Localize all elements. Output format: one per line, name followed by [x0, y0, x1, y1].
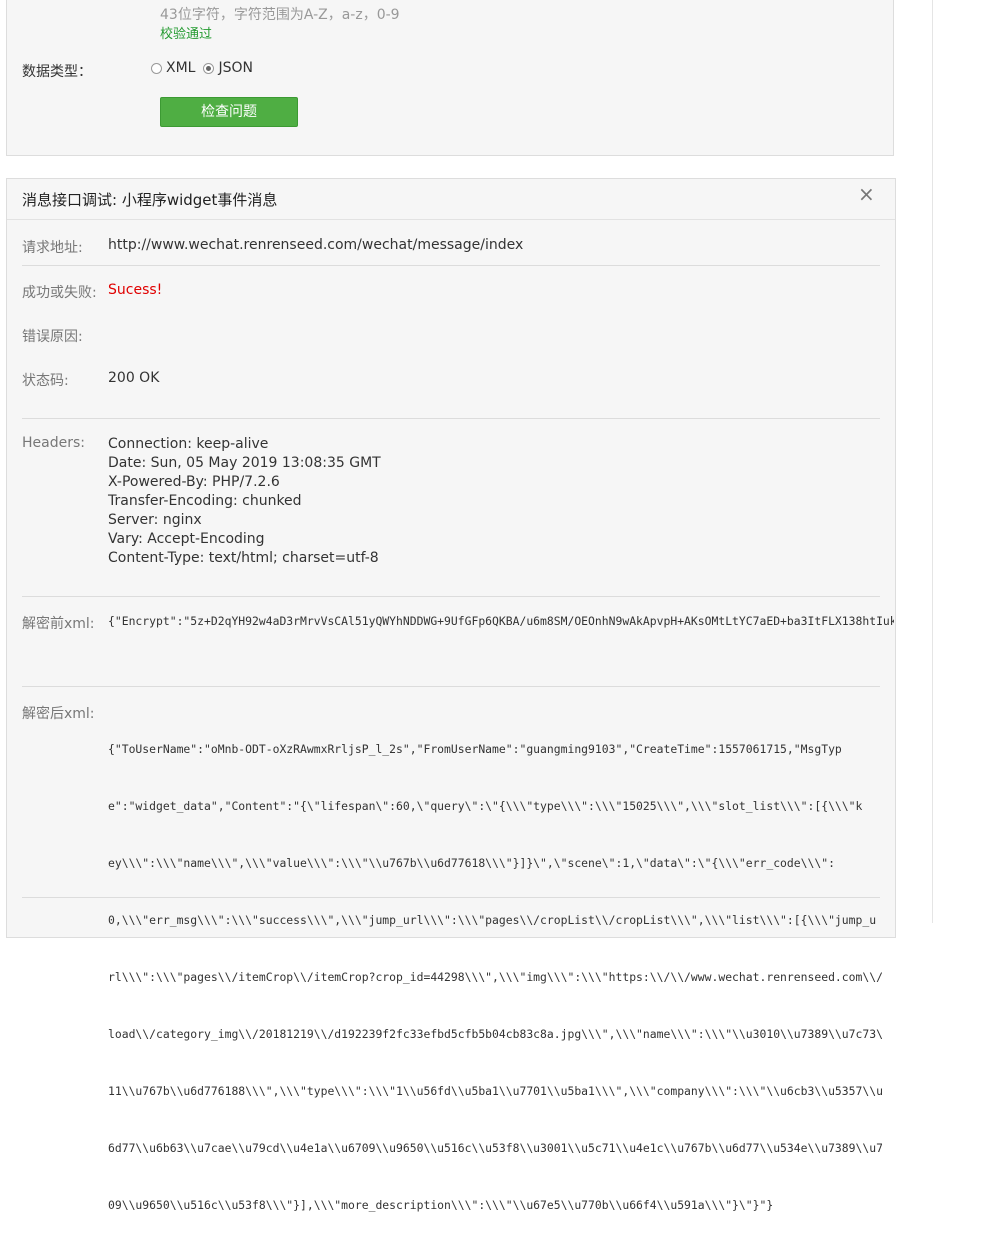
xml-line: rl\\\":\\\"pages\\/itemCrop\\/itemCrop?c…: [108, 970, 882, 984]
right-divider: [932, 0, 933, 923]
xml-before-label: 解密前xml:: [22, 616, 95, 632]
request-url-label: 请求地址:: [22, 240, 83, 256]
xml-after-label: 解密后xml:: [22, 706, 95, 722]
error-reason-label: 错误原因:: [22, 329, 83, 345]
headers-label: Headers:: [22, 435, 85, 451]
radio-json[interactable]: JSON: [203, 60, 253, 76]
radio-xml-circle[interactable]: [151, 62, 162, 74]
divider: [22, 897, 880, 898]
divider: [22, 265, 880, 266]
encoding-key-hint: 43位字符，字符范围为A-Z，a-z，0-9: [160, 7, 400, 23]
xml-line: {"ToUserName":"oMnb-ODT-oXzRAwmxRrljsP_l…: [108, 742, 842, 756]
settings-panel: [6, 0, 894, 156]
header-line: Date: Sun, 05 May 2019 13:08:35 GMT: [108, 455, 381, 471]
debug-result-panel: 消息接口调试: 小程序widget事件消息 × 请求地址: http://www…: [6, 178, 896, 1212]
close-icon[interactable]: ×: [858, 184, 875, 204]
xml-line: load\\/category_img\\/20181219\\/d192239…: [108, 1027, 882, 1041]
header-line: Server: nginx: [108, 512, 202, 528]
data-type-radio-group: XML JSON: [151, 60, 261, 76]
radio-json-circle[interactable]: [203, 62, 215, 74]
check-issue-button[interactable]: 检查问题: [160, 97, 298, 127]
request-url-value: http://www.wechat.renrenseed.com/wechat/…: [108, 237, 524, 253]
panel-header: 消息接口调试: 小程序widget事件消息 ×: [7, 179, 895, 220]
radio-xml-label: XML: [166, 60, 196, 76]
header-line: X-Powered-By: PHP/7.2.6: [108, 474, 280, 490]
status-code-value: 200 OK: [108, 370, 160, 386]
status-code-label: 状态码:: [22, 373, 69, 389]
xml-line: 0,\\\"err_msg\\\":\\\"success\\\",\\\"ju…: [108, 913, 877, 927]
xml-line: 11\\u767b\\u6d776188\\\",\\\"type\\\":\\…: [108, 1084, 882, 1098]
header-line: Transfer-Encoding: chunked: [108, 493, 302, 509]
divider: [22, 596, 880, 597]
xml-line: 6d77\\u6b63\\u7cae\\u79cd\\u4e1a\\u6709\…: [108, 1141, 882, 1155]
radio-json-label: JSON: [218, 60, 253, 76]
headers-list: Connection: keep-alive Date: Sun, 05 May…: [108, 435, 381, 568]
divider: [22, 686, 880, 687]
radio-xml[interactable]: XML: [151, 60, 195, 76]
header-line: Content-Type: text/html; charset=utf-8: [108, 550, 379, 566]
result-value: Sucess!: [108, 282, 163, 298]
header-line: Vary: Accept-Encoding: [108, 531, 265, 547]
data-type-label: 数据类型：: [22, 64, 92, 80]
divider: [22, 418, 880, 419]
xml-line: 09\\u9650\\u516c\\u53f8\\\"}],\\\"more_d…: [108, 1198, 774, 1212]
xml-before-value: {"Encrypt":"5z+D2qYH92w4aD3rMrvVsCAl51yQ…: [108, 614, 894, 628]
xml-line: e":"widget_data","Content":"{\"lifespan\…: [108, 799, 863, 813]
verify-status: 校验通过: [160, 27, 213, 42]
xml-after-value: {"ToUserName":"oMnb-ODT-oXzRAwmxRrljsP_l…: [108, 702, 882, 1253]
header-line: Connection: keep-alive: [108, 436, 269, 452]
result-label: 成功或失败:: [22, 285, 97, 301]
panel-title: 消息接口调试: 小程序widget事件消息: [22, 191, 278, 209]
xml-line: ey\\\":\\\"name\\\",\\\"value\\\":\\\"\\…: [108, 856, 835, 870]
